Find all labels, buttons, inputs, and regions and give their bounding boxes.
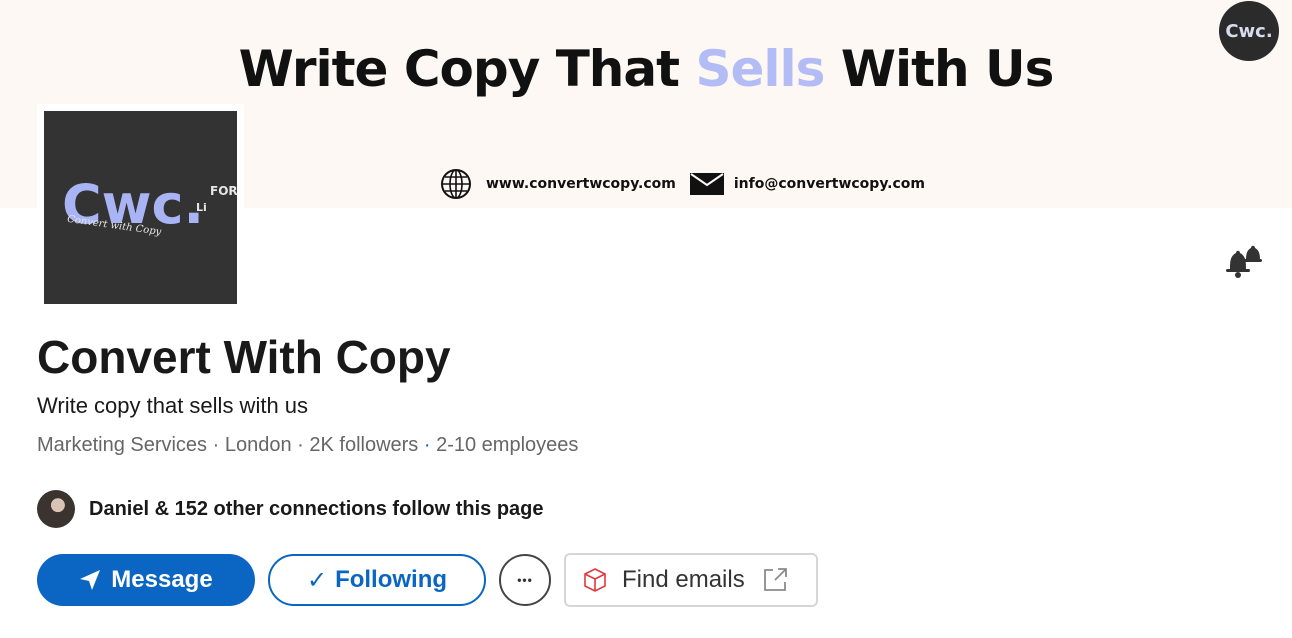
company-logo-mark: Cwc. FOR Li Convert with Copy [62, 173, 238, 238]
following-button-label: Following [335, 566, 448, 593]
find-emails-label: Find emails [622, 566, 745, 593]
meta-separator: · [418, 434, 437, 456]
cube-icon [584, 568, 606, 592]
company-followers[interactable]: 2K followers [309, 434, 418, 456]
connections-text[interactable]: Daniel & 152 other connections follow th… [89, 498, 544, 521]
company-tagline: Write copy that sells with us [37, 393, 309, 418]
action-bar: Message ✓ Following ••• Find emails [37, 553, 818, 607]
ellipsis-icon: ••• [517, 573, 533, 587]
page-title: Convert With Copy [37, 331, 451, 383]
banner-website: www.convertwcopy.com [486, 176, 676, 192]
external-link-icon [763, 568, 787, 591]
logo-li-text: Li [196, 201, 207, 214]
company-meta: Marketing Services · London · 2K followe… [37, 434, 578, 457]
connections-follow[interactable]: Daniel & 152 other connections follow th… [37, 490, 544, 528]
more-options-button[interactable]: ••• [499, 554, 551, 606]
corner-logo-text: Cwc. [1225, 20, 1273, 42]
following-button[interactable]: ✓ Following [268, 554, 486, 606]
globe-icon [441, 169, 471, 199]
meta-separator: · [291, 434, 310, 456]
find-emails-button[interactable]: Find emails [564, 553, 818, 607]
company-industry: Marketing Services [37, 434, 208, 456]
banner-contacts: www.convertwcopy.com info@convertwcopy.c… [440, 168, 925, 200]
banner-headline-end: With Us [840, 40, 1055, 98]
message-button[interactable]: Message [37, 554, 255, 606]
avatar[interactable] [37, 490, 75, 528]
envelope-icon [689, 173, 724, 195]
check-icon: ✓ [306, 566, 328, 594]
paper-plane-icon [80, 570, 101, 590]
meta-separator: · [207, 434, 225, 456]
banner-headline-accent: Sells [695, 40, 825, 98]
banner-headline: Write Copy That Sells With Us [0, 40, 1292, 98]
corner-logo: Cwc. [1219, 1, 1279, 61]
logo-for-text: FOR [210, 184, 237, 198]
notification-bell-icon[interactable] [1220, 240, 1264, 280]
banner-email: info@convertwcopy.com [733, 176, 925, 192]
message-button-label: Message [111, 566, 213, 593]
company-location: London [224, 434, 292, 456]
banner-headline-start: Write Copy That [238, 40, 680, 98]
company-employees[interactable]: 2-10 employees [436, 434, 578, 456]
company-logo[interactable]: Cwc. FOR Li Convert with Copy [44, 111, 238, 304]
